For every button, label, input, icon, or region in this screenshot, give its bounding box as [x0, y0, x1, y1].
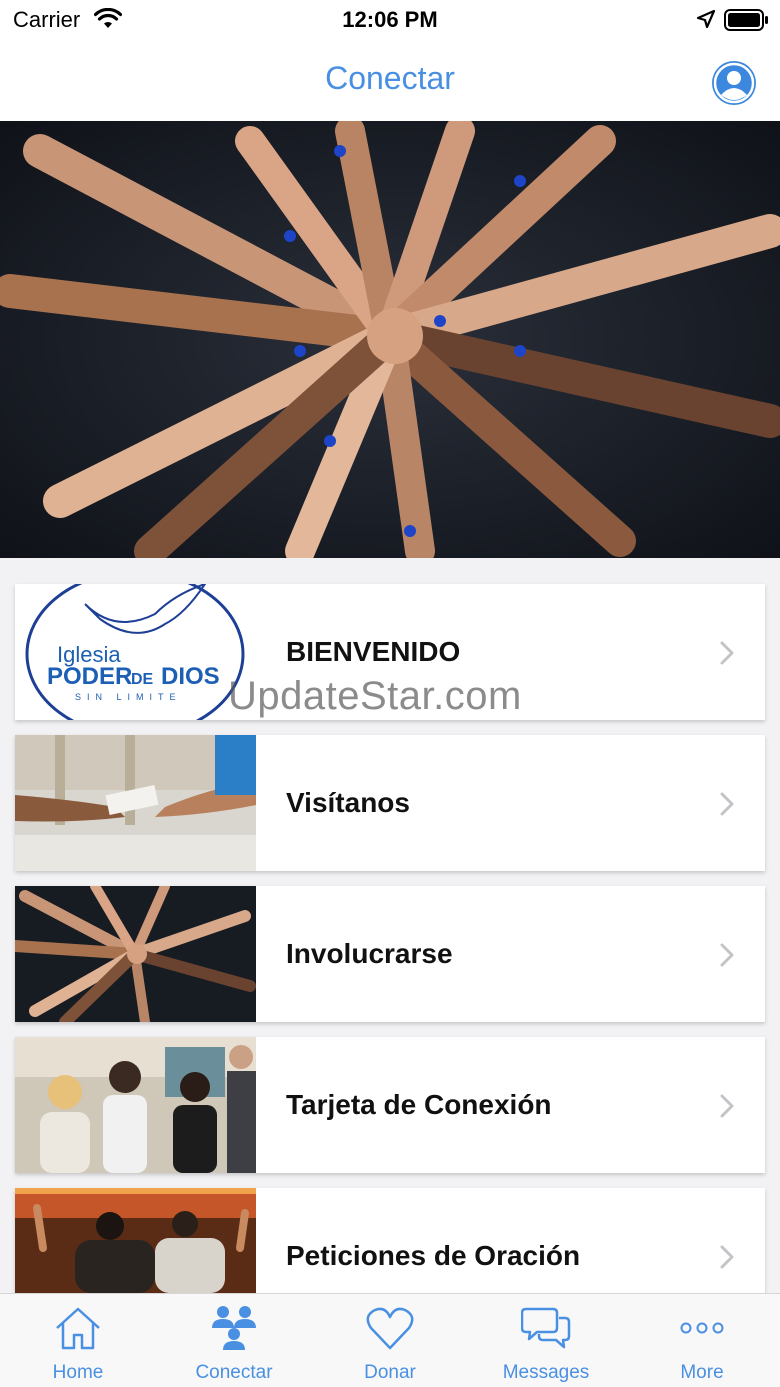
svg-text:DIOS: DIOS [161, 663, 220, 690]
list-item-involucrarse[interactable]: Involucrarse [15, 886, 765, 1022]
tab-donar[interactable]: Donar [312, 1294, 468, 1387]
chevron-right-icon [720, 943, 734, 967]
svg-text:DE: DE [131, 671, 154, 688]
home-icon [56, 1307, 100, 1350]
handshake-photo-thumbnail [15, 735, 256, 871]
list-item-tarjeta-de-conexion[interactable]: Tarjeta de Conexión [15, 1037, 765, 1173]
chevron-right-icon [720, 641, 734, 665]
church-logo-thumbnail: Iglesia PODER DE DIOS SIN LIMITE [15, 584, 256, 720]
hero-image [0, 121, 780, 558]
navigation-bar: Conectar [0, 40, 780, 121]
more-icon [680, 1322, 724, 1334]
svg-text:PODER: PODER [47, 663, 132, 690]
tab-label: Donar [364, 1362, 416, 1383]
tab-label: Home [52, 1362, 104, 1383]
location-arrow-icon [696, 9, 716, 29]
tab-messages[interactable]: Messages [468, 1294, 624, 1387]
chevron-right-icon [720, 1245, 734, 1269]
status-bar: Carrier 12:06 PM [0, 0, 780, 40]
people-talking-photo-thumbnail [15, 1037, 256, 1173]
list-item-label: Visítanos [286, 787, 410, 818]
user-avatar-icon [713, 62, 755, 104]
hands-together-photo-thumbnail [15, 886, 256, 1022]
heart-icon [366, 1307, 414, 1350]
tab-conectar[interactable]: Conectar [156, 1294, 312, 1387]
tab-label: Messages [502, 1362, 590, 1383]
chevron-right-icon [720, 1094, 734, 1118]
list-item-label: Involucrarse [286, 938, 453, 969]
people-icon [212, 1306, 256, 1350]
chat-icon [521, 1307, 571, 1349]
battery-icon [724, 9, 768, 31]
list-item-visitanos[interactable]: Visítanos [15, 735, 765, 871]
tab-label: Conectar [195, 1362, 273, 1383]
tab-more[interactable]: More [624, 1294, 780, 1387]
tab-label: More [680, 1362, 724, 1383]
tab-home[interactable]: Home [0, 1294, 156, 1387]
profile-button[interactable] [712, 61, 756, 105]
svg-text:SIN LIMITE: SIN LIMITE [75, 692, 182, 702]
tab-bar: Home Conectar Donar Messages More [0, 1293, 780, 1387]
page-title: Conectar [325, 60, 455, 96]
watermark: UpdateStar.com [228, 674, 522, 718]
clock-label: 12:06 PM [342, 7, 438, 32]
list-item-label: Tarjeta de Conexión [286, 1089, 552, 1120]
chevron-right-icon [720, 792, 734, 816]
